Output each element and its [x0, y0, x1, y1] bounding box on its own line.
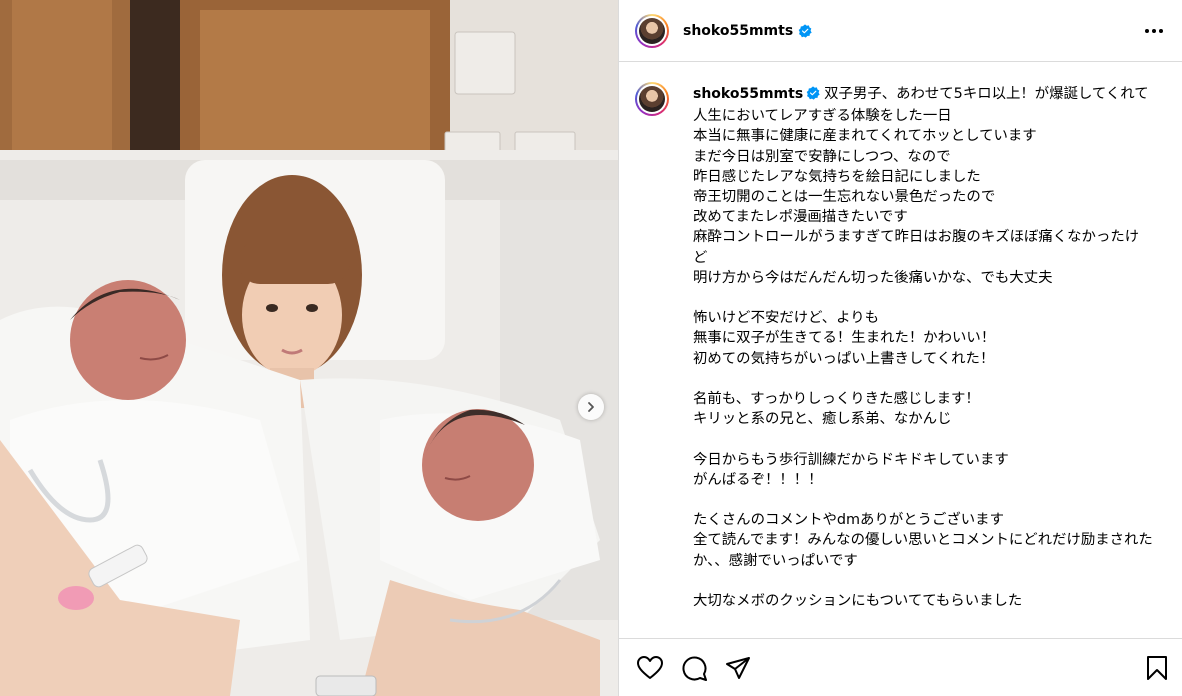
- caption-line: 無事に双子が生きてる！生まれた！かわいい！: [693, 330, 996, 347]
- avatar[interactable]: [635, 13, 669, 48]
- share-button[interactable]: [725, 656, 751, 680]
- post-caption: shoko55mmts 双子男子、あわせて5キロ以上！が爆誕してくれて 人生におい…: [693, 84, 1153, 611]
- caption-line: 大切なメボのクッションにもついててもらいました: [693, 593, 1023, 610]
- more-horizontal-icon: [1145, 28, 1163, 33]
- caption-line: 本当に無事に健康に産まれてくれてホッとしています: [693, 128, 1037, 145]
- chevron-right-icon: [588, 402, 594, 412]
- caption-line: 名前も、すっかりしっくりきた感じします！: [693, 391, 980, 408]
- caption-username[interactable]: shoko55mmts: [693, 86, 803, 102]
- save-button[interactable]: [1146, 655, 1168, 681]
- caption-line: 怖いけど不安だけど、よりも: [693, 310, 880, 327]
- post-side-panel: shoko55mmts shoko55mmts 双子男子、あわせて5キロ以上！が爆…: [618, 0, 1182, 696]
- caption-line: 今日からもう歩行訓練だからドキドキしています: [693, 451, 1009, 468]
- caption-line: がんばるぞ！！！！: [693, 471, 823, 488]
- photo-illustration: [0, 0, 618, 696]
- verified-badge-icon: [806, 86, 820, 106]
- more-options-button[interactable]: [1140, 24, 1168, 38]
- bookmark-icon: [1147, 655, 1167, 680]
- caption-line: 昨日感じたレアな気持ちを絵日記にしました: [693, 168, 981, 185]
- caption-line: 麻酔コントロールがうますぎて昨日はお腹のキズほぼ痛くなかったけど: [693, 229, 1140, 266]
- caption-area: shoko55mmts 双子男子、あわせて5キロ以上！が爆誕してくれて 人生におい…: [619, 62, 1182, 638]
- paper-plane-icon: [726, 656, 750, 679]
- post-header: shoko55mmts: [619, 0, 1182, 62]
- caption-line: 全て読んでます！みんなの優しい思いとコメントにどれだけ励まされたか、、感謝でいっ…: [693, 532, 1153, 569]
- verified-badge-icon: [798, 23, 812, 38]
- instagram-post-viewer: shoko55mmts shoko55mmts 双子男子、あわせて5キロ以上！が爆…: [0, 0, 1182, 696]
- next-photo-button[interactable]: [578, 394, 604, 420]
- caption-line: キリッと系の兄と、癒し系弟、なかんじ: [693, 411, 952, 428]
- caption-line: たくさんのコメントやdmありがとうございます: [693, 512, 1004, 529]
- caption-avatar[interactable]: [635, 82, 669, 116]
- comment-button[interactable]: [681, 655, 707, 681]
- caption-line: まだ今日は別室で安静にしつつ、なので: [693, 148, 951, 165]
- caption-line: 帝王切開のことは一生忘れない景色だったので: [693, 189, 996, 206]
- caption-line: 明け方から今はだんだん切った後痛いかな、でも大丈夫: [693, 269, 1053, 286]
- header-username[interactable]: shoko55mmts: [683, 23, 793, 39]
- post-photo[interactable]: [0, 0, 618, 696]
- heart-icon: [637, 655, 663, 679]
- caption-line: 双子男子、あわせて5キロ以上！が爆誕してくれて: [824, 86, 1149, 102]
- caption-line: 人生においてレアすぎる体験をした一日: [693, 108, 952, 125]
- comment-bubble-icon: [682, 656, 707, 681]
- caption-line: 改めてまたレポ漫画描きたいです: [693, 209, 908, 226]
- like-button[interactable]: [637, 655, 663, 680]
- caption-line: 初めての気持ちがいっぱい上書きしてくれた！: [693, 350, 995, 367]
- action-bar: [619, 638, 1182, 696]
